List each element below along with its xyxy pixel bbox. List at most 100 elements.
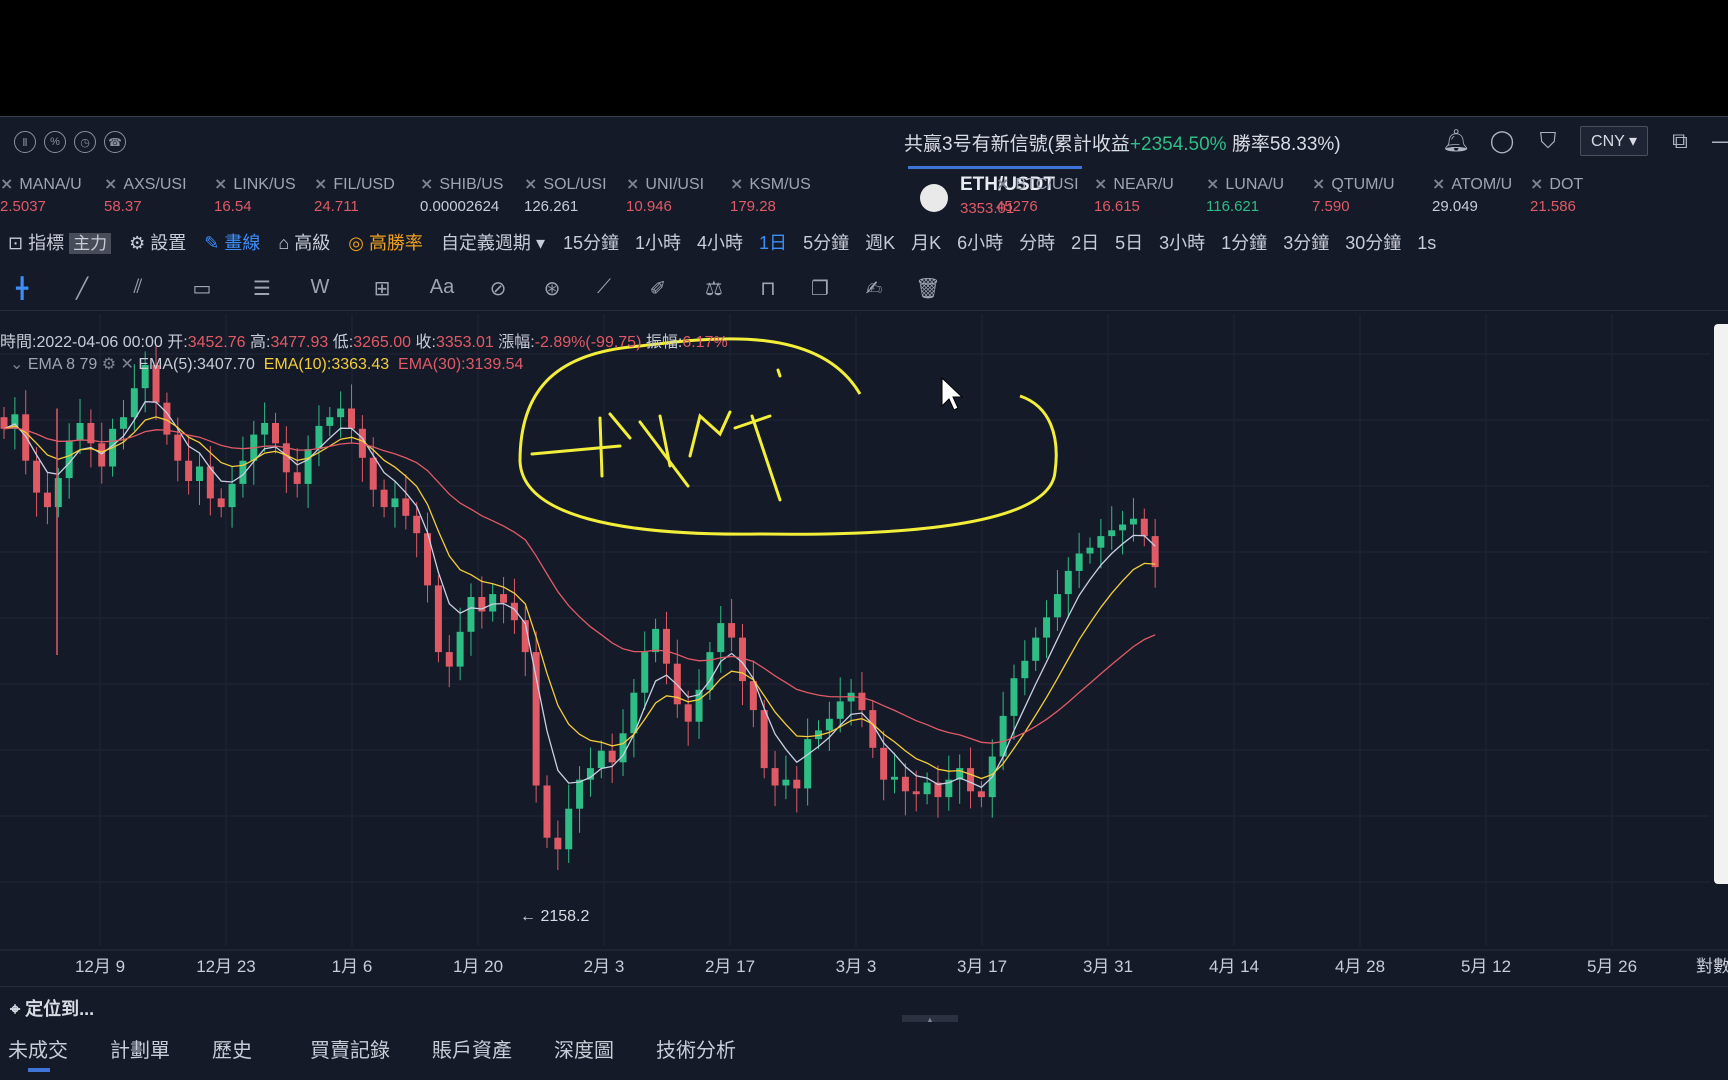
ema-legend: ⌄ EMA 8 79 ⚙ ✕ EMA(5):3407.70 EMA(10):33… xyxy=(10,354,523,374)
x-tick-label: 3月 31 xyxy=(1083,957,1133,976)
tab-0[interactable]: 未成交 xyxy=(8,1034,68,1063)
high-value: 3477.93 xyxy=(270,334,329,351)
candle xyxy=(923,782,931,795)
tab-1[interactable]: 計劃單 xyxy=(110,1034,170,1063)
candle xyxy=(98,443,106,467)
candle xyxy=(445,652,453,667)
tab-4[interactable]: 賬戶資產 xyxy=(432,1034,512,1063)
ema30-value: EMA(30):3139.54 xyxy=(398,356,524,373)
price-chart[interactable]: ← 2158.2 12月 9 12月 23 1月 6 1月 20 2月 3 2月 17 3月 … xyxy=(0,116,1728,1080)
close-label: 收: xyxy=(415,334,436,351)
candle xyxy=(304,449,312,484)
candle xyxy=(293,472,301,484)
locate-button[interactable]: ⌖ 定位到... xyxy=(10,995,94,1021)
x-tick-label: 3月 17 xyxy=(957,957,1007,976)
x-tick-label: 2月 3 xyxy=(584,957,625,976)
candle xyxy=(217,498,225,508)
candle xyxy=(185,460,193,481)
candle xyxy=(608,750,616,763)
x-tick-label: 1月 20 xyxy=(453,957,503,976)
x-tick-label: 4月 14 xyxy=(1209,957,1259,976)
candle xyxy=(1010,678,1018,716)
candle xyxy=(684,704,692,722)
ema5-value: EMA(5):3407.70 xyxy=(138,356,255,373)
ema10-value: EMA(10):3363.43 xyxy=(263,356,390,373)
hand-drawn-text[interactable] xyxy=(530,368,782,502)
collapse-icon[interactable]: ⌄ xyxy=(10,356,28,373)
close-value: 3353.01 xyxy=(435,334,494,351)
candle xyxy=(728,623,736,638)
candle xyxy=(717,623,725,653)
candle xyxy=(467,597,475,632)
candle xyxy=(825,718,833,731)
candle xyxy=(76,423,84,441)
candle xyxy=(1032,637,1040,661)
candle xyxy=(1129,518,1137,525)
tab-2[interactable]: 歷史 xyxy=(212,1034,252,1063)
chart-area[interactable]: ← 2158.2 12月 9 12月 23 1月 6 1月 20 2月 3 2月 17 3月 … xyxy=(0,116,1728,1080)
candle xyxy=(793,779,801,789)
active-tab-indicator xyxy=(28,1068,50,1072)
candle xyxy=(977,791,985,798)
candle xyxy=(1097,536,1105,548)
low-value: 3265.00 xyxy=(353,334,412,351)
candle xyxy=(1140,518,1148,537)
candle xyxy=(836,701,844,719)
candle xyxy=(760,710,768,769)
ema-settings-icon[interactable]: ⚙ xyxy=(102,356,121,373)
open-value: 3452.76 xyxy=(187,334,246,351)
candle xyxy=(434,585,442,653)
candle xyxy=(130,388,138,418)
candle xyxy=(43,492,51,508)
mouse-cursor-icon xyxy=(941,376,964,411)
ema-close-icon[interactable]: ✕ xyxy=(120,356,138,373)
candle xyxy=(195,466,203,481)
candle xyxy=(880,747,888,780)
candle xyxy=(1151,536,1159,568)
low-label: 低: xyxy=(332,334,354,351)
amp-value: 6.17% xyxy=(682,334,728,351)
trading-app: Ⅱ % ◷ ☎ 共赢3号有新信號(累計收益+2354.50% 勝率58.33%)… xyxy=(0,116,1728,1080)
tab-3[interactable]: 買賣記錄 xyxy=(310,1034,390,1063)
candle xyxy=(380,489,388,508)
candle xyxy=(174,434,182,461)
status-bar: ⌖ 定位到... xyxy=(0,986,1728,1021)
tab-5[interactable]: 深度圖 xyxy=(554,1034,614,1063)
ema-name: EMA 8 79 xyxy=(27,356,98,373)
time-value: 2022-04-06 00:00 xyxy=(36,334,163,351)
candle xyxy=(413,515,421,534)
candle xyxy=(1043,617,1051,638)
candle xyxy=(402,498,410,516)
candle xyxy=(1064,570,1072,595)
candle xyxy=(554,837,562,850)
candle xyxy=(652,628,660,653)
candle xyxy=(272,423,279,444)
right-drawing-panel[interactable] xyxy=(1714,324,1728,884)
candle xyxy=(1075,553,1083,571)
open-label: 开: xyxy=(167,334,188,351)
candle xyxy=(228,483,236,508)
candle xyxy=(1053,594,1061,618)
time-label: 時間: xyxy=(0,334,37,351)
change-value: -2.89%(-99.75) xyxy=(534,334,642,351)
candle xyxy=(912,791,920,795)
candle xyxy=(565,808,573,850)
x-tick-label: 12月 23 xyxy=(196,957,256,976)
candle xyxy=(804,739,812,789)
candle xyxy=(500,594,508,603)
candle xyxy=(576,779,584,809)
x-tick-label: 2月 17 xyxy=(705,957,755,976)
log-scale-label[interactable]: 對數 xyxy=(1696,957,1728,976)
ema10-line xyxy=(3,416,1156,780)
candle xyxy=(1119,524,1127,531)
x-tick-label: 3月 3 xyxy=(836,957,877,976)
candle xyxy=(456,631,464,667)
tab-6[interactable]: 技術分析 xyxy=(656,1034,736,1063)
candle xyxy=(1108,530,1116,537)
high-label: 高: xyxy=(249,334,271,351)
candle xyxy=(33,460,41,493)
candle xyxy=(641,652,649,693)
candle xyxy=(391,498,399,508)
candle xyxy=(901,776,909,792)
candle xyxy=(1021,660,1029,679)
